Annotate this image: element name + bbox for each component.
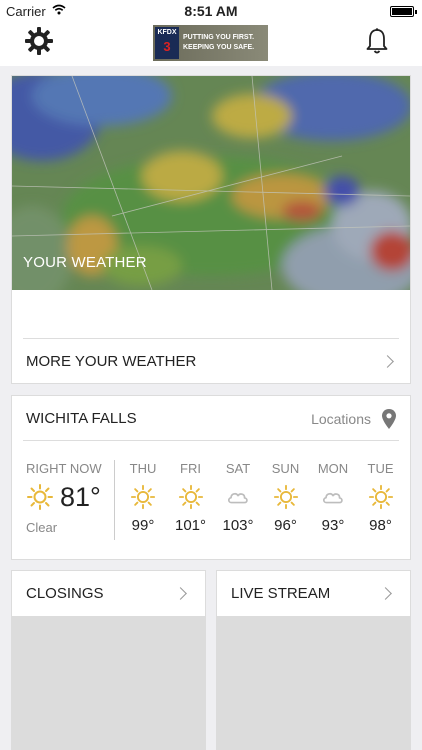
- city-name: WICHITA FALLS: [26, 410, 137, 427]
- forecast-day: MON 93°: [311, 461, 355, 534]
- radar-label: YOUR WEATHER: [23, 254, 147, 271]
- sun-icon: [178, 484, 203, 510]
- chevron-right-icon: [381, 355, 394, 368]
- current-temperature: 81°: [60, 482, 101, 512]
- forecast-day: SAT 103°: [216, 461, 260, 534]
- day-temperature: 98°: [369, 517, 392, 534]
- day-name: MON: [317, 461, 349, 476]
- day-name: FRI: [180, 461, 201, 476]
- current-condition: Clear: [26, 520, 58, 535]
- gear-icon[interactable]: [24, 26, 54, 56]
- chevron-right-icon: [379, 587, 392, 600]
- live-stream-header[interactable]: LIVE STREAM: [217, 571, 410, 616]
- closings-preview: [12, 616, 205, 750]
- closings-header[interactable]: CLOSINGS: [12, 571, 205, 616]
- cloud-icon: [227, 492, 248, 504]
- closings-card[interactable]: CLOSINGS: [11, 570, 206, 750]
- day-name: THU: [129, 461, 157, 476]
- forecast-day: SUN 96°: [264, 461, 308, 534]
- forecast-day: TUE 98°: [359, 461, 403, 534]
- nav-bar: KFDX 3 PUTTING YOU FIRST. KEEPING YOU SA…: [0, 22, 422, 66]
- radar-map[interactable]: YOUR WEATHER: [12, 76, 410, 290]
- forecast-day: THU 99°: [121, 461, 165, 534]
- locations-button[interactable]: Locations: [311, 411, 371, 427]
- day-temperature: 101°: [174, 517, 207, 534]
- day-name: SUN: [271, 461, 300, 476]
- day-temperature: 103°: [222, 517, 254, 534]
- right-now-label: RIGHT NOW: [26, 461, 102, 476]
- live-stream-preview: [217, 616, 410, 750]
- station-logo: KFDX 3 PUTTING YOU FIRST. KEEPING YOU SA…: [153, 25, 268, 61]
- divider: [114, 460, 115, 540]
- battery-icon: [390, 6, 417, 17]
- sun-icon: [273, 484, 298, 510]
- clock: 8:51 AM: [184, 3, 238, 19]
- your-weather-card: YOUR WEATHER MORE YOUR WEATHER: [11, 75, 411, 384]
- day-name: TUE: [367, 461, 394, 476]
- day-name: SAT: [225, 461, 251, 476]
- status-bar: Carrier 8:51 AM: [0, 0, 422, 22]
- day-temperature: 93°: [321, 517, 345, 534]
- location-pin-icon[interactable]: [381, 408, 397, 430]
- station-slogan: PUTTING YOU FIRST. KEEPING YOU SAFE.: [183, 34, 255, 51]
- live-stream-card[interactable]: LIVE STREAM: [216, 570, 411, 750]
- forecast-day: FRI 101°: [169, 461, 213, 534]
- sun-icon: [130, 484, 156, 510]
- more-your-weather-button[interactable]: MORE YOUR WEATHER: [12, 339, 410, 384]
- day-temperature: 96°: [274, 517, 297, 534]
- sun-icon: [368, 484, 393, 510]
- sun-icon: [27, 484, 53, 510]
- forecast-card: WICHITA FALLS Locations RIGHT NOW 81° Cl…: [11, 395, 411, 560]
- bell-icon[interactable]: [365, 27, 389, 55]
- more-your-weather-label: MORE YOUR WEATHER: [26, 353, 197, 370]
- divider: [23, 440, 399, 441]
- closings-label: CLOSINGS: [26, 585, 104, 602]
- chevron-right-icon: [174, 587, 187, 600]
- live-stream-label: LIVE STREAM: [231, 585, 331, 602]
- day-temperature: 99°: [131, 517, 155, 534]
- station-badge: KFDX 3: [155, 27, 179, 59]
- cloud-icon: [322, 492, 343, 504]
